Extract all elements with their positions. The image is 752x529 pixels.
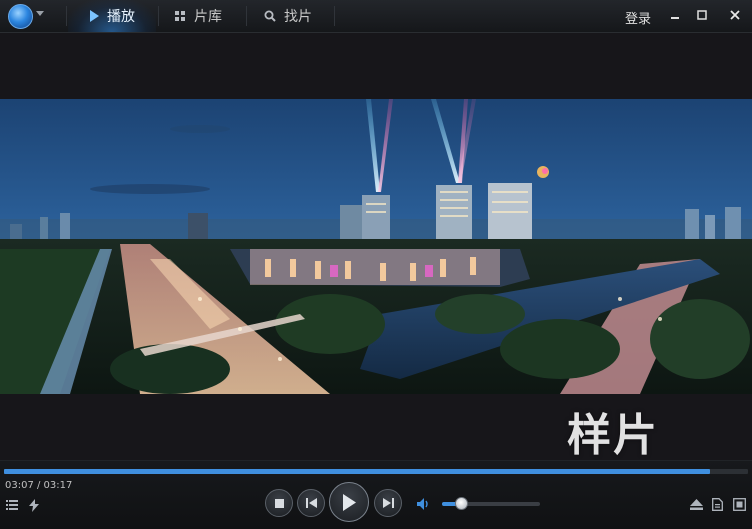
skip-next-icon — [382, 498, 394, 508]
tab-divider — [334, 6, 335, 26]
play-icon — [343, 493, 356, 511]
tab-play[interactable]: 播放 — [68, 0, 156, 32]
speaker-icon — [417, 498, 428, 510]
document-icon — [711, 497, 723, 511]
eject-button[interactable] — [688, 497, 704, 511]
video-watermark: 样片 — [567, 410, 659, 461]
playlist-button[interactable] — [5, 498, 19, 512]
skip-previous-icon — [305, 498, 317, 508]
minimize-button[interactable] — [667, 7, 683, 23]
tab-library[interactable]: 片库 — [175, 0, 222, 32]
file-info-button[interactable] — [710, 496, 724, 512]
play-pause-button[interactable] — [329, 482, 369, 522]
maximize-button[interactable] — [694, 7, 710, 23]
tab-play-label: 播放 — [107, 9, 135, 25]
lightning-icon — [29, 498, 39, 512]
stop-button[interactable] — [265, 489, 293, 517]
login-link[interactable]: 登录 — [625, 8, 651, 27]
tab-divider — [158, 6, 159, 26]
stop-icon — [274, 498, 284, 508]
minimize-icon — [671, 17, 679, 19]
search-icon — [264, 10, 276, 22]
tab-search[interactable]: 找片 — [264, 0, 312, 32]
volume-slider-handle[interactable] — [454, 497, 468, 510]
progress-bar[interactable] — [4, 469, 748, 474]
close-icon — [730, 10, 740, 20]
video-area[interactable]: 样片 — [0, 33, 752, 461]
accelerate-button[interactable] — [27, 497, 41, 513]
playlist-icon — [6, 500, 18, 510]
tab-divider — [246, 6, 247, 26]
close-button[interactable] — [727, 7, 743, 23]
title-bar: 播放 片库 找片 登录 — [0, 0, 752, 33]
next-button[interactable] — [374, 489, 402, 517]
tab-divider — [66, 6, 67, 26]
fullscreen-icon — [732, 497, 746, 511]
previous-button[interactable] — [297, 489, 325, 517]
video-frame-image — [0, 99, 752, 394]
tab-search-label: 找片 — [284, 9, 312, 25]
maximize-icon — [697, 10, 707, 20]
app-logo-icon[interactable] — [8, 4, 33, 29]
tab-library-label: 片库 — [194, 9, 222, 25]
fullscreen-button[interactable] — [731, 496, 747, 512]
menu-chevron-down-icon[interactable] — [36, 11, 44, 16]
eject-icon — [689, 498, 703, 510]
video-frame[interactable] — [0, 99, 752, 394]
progress-fill — [4, 469, 711, 474]
time-display: 03:07 / 03:17 — [5, 480, 73, 491]
player-controls: 03:07 / 03:17 — [0, 460, 752, 529]
volume-button[interactable] — [416, 496, 432, 512]
grid-icon — [175, 10, 186, 22]
play-icon — [89, 10, 99, 22]
